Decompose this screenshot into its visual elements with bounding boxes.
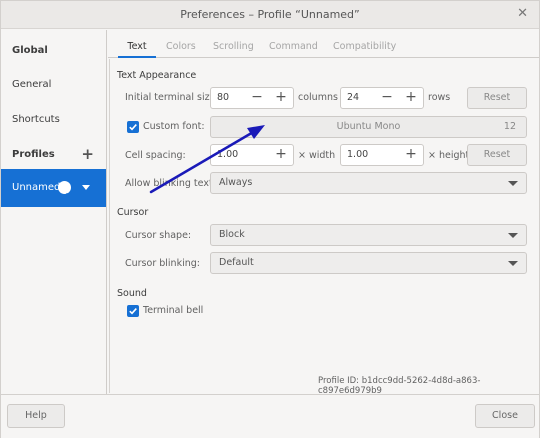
checkmark-icon <box>129 308 137 315</box>
profile-menu-chevron-down-icon[interactable] <box>82 185 90 190</box>
columns-decrement-minus-icon[interactable]: − <box>245 88 269 108</box>
cursor-blinking-dropdown[interactable]: Default <box>210 252 527 274</box>
columns-value: 80 <box>217 92 230 103</box>
sidebar-item-profile-unnamed[interactable]: Unnamed <box>1 169 106 207</box>
blinking-text-value: Always <box>219 177 253 188</box>
sidebar-global-label: Global <box>12 45 48 56</box>
profile-name-label: Unnamed <box>12 182 61 193</box>
window-title: Preferences – Profile “Unnamed” <box>180 8 360 21</box>
columns-spin[interactable]: 80 − + <box>210 87 294 109</box>
rows-spin[interactable]: 24 − + <box>340 87 424 109</box>
tab-text[interactable]: Text <box>118 38 156 58</box>
reset-size-button[interactable]: Reset <box>467 87 527 109</box>
terminal-bell-checkbox[interactable] <box>127 305 139 317</box>
sidebar-profiles-label: Profiles <box>12 149 55 160</box>
cell-spacing-label: Cell spacing: <box>125 150 186 161</box>
columns-unit-label: columns <box>298 92 338 103</box>
reset-spacing-button[interactable]: Reset <box>467 144 527 166</box>
cursor-blinking-value: Default <box>219 257 254 268</box>
rows-value: 24 <box>347 92 360 103</box>
sidebar-item-global[interactable]: Global <box>1 34 106 68</box>
font-size: 12 <box>503 121 516 132</box>
custom-font-checkbox[interactable] <box>127 121 139 133</box>
close-icon[interactable]: ✕ <box>517 6 528 21</box>
add-profile-icon[interactable]: + <box>81 138 94 170</box>
profile-content: Text Colors Scrolling Command Compatibil… <box>108 30 539 396</box>
custom-font-label: Custom font: <box>143 121 205 132</box>
cursor-shape-value: Block <box>219 229 245 240</box>
sidebar-item-profiles: Profiles + <box>1 138 106 172</box>
cursor-blinking-label: Cursor blinking: <box>125 258 200 269</box>
cursor-shape-label: Cursor shape: <box>125 230 192 241</box>
sidebar: Global General Shortcuts Profiles + Unna… <box>1 30 107 394</box>
cell-width-increment-plus-icon[interactable]: + <box>269 145 293 165</box>
tab-bar: Text Colors Scrolling Command Compatibil… <box>108 38 539 58</box>
cell-height-value: 1.00 <box>347 149 369 160</box>
chevron-down-icon <box>508 261 518 266</box>
blinking-text-label: Allow blinking text: <box>125 178 216 189</box>
rows-unit-label: rows <box>428 92 451 103</box>
blinking-text-dropdown[interactable]: Always <box>210 172 527 194</box>
close-button[interactable]: Close <box>475 404 535 428</box>
chevron-down-icon <box>508 181 518 186</box>
font-name: Ubuntu Mono <box>336 121 401 132</box>
width-unit-label: × width <box>298 150 336 161</box>
text-appearance-heading: Text Appearance <box>117 70 197 81</box>
cursor-shape-dropdown[interactable]: Block <box>210 224 527 246</box>
sound-heading: Sound <box>117 288 147 299</box>
columns-increment-plus-icon[interactable]: + <box>269 88 293 108</box>
rows-decrement-minus-icon[interactable]: − <box>375 88 399 108</box>
profile-id: Profile ID: b1dcc9dd-5262-4d8d-a863-c897… <box>318 376 481 396</box>
terminal-bell-label: Terminal bell <box>143 305 204 316</box>
title-bar[interactable]: Preferences – Profile “Unnamed” ✕ <box>1 1 539 29</box>
chevron-down-icon <box>508 233 518 238</box>
help-button[interactable]: Help <box>7 404 65 428</box>
terminal-size-label: Initial terminal size: <box>125 92 219 103</box>
tab-compatibility[interactable]: Compatibility <box>333 38 396 58</box>
tab-command[interactable]: Command <box>269 38 318 58</box>
font-chooser-button[interactable]: Ubuntu Mono 12 <box>210 116 527 138</box>
checkmark-icon <box>129 124 137 131</box>
height-unit-label: × height <box>428 150 470 161</box>
tab-colors[interactable]: Colors <box>166 38 196 58</box>
sidebar-item-general[interactable]: General <box>1 68 106 102</box>
cursor-heading: Cursor <box>117 207 149 218</box>
rows-increment-plus-icon[interactable]: + <box>399 88 423 108</box>
sidebar-shortcuts-label: Shortcuts <box>12 114 60 125</box>
cell-width-value: 1.00 <box>217 149 239 160</box>
tab-scrolling[interactable]: Scrolling <box>213 38 254 58</box>
sidebar-general-label: General <box>12 79 52 90</box>
sidebar-item-shortcuts[interactable]: Shortcuts <box>1 103 106 137</box>
dialog-footer: Help Close <box>1 394 539 438</box>
cell-width-spin[interactable]: 1.00 + <box>210 144 294 166</box>
text-tab-panel: Text Appearance Initial terminal size: 8… <box>109 59 539 396</box>
preferences-window: Preferences – Profile “Unnamed” ✕ Global… <box>0 0 540 438</box>
cell-height-increment-plus-icon[interactable]: + <box>399 145 423 165</box>
cell-height-spin[interactable]: 1.00 + <box>340 144 424 166</box>
default-profile-check-icon <box>58 181 71 200</box>
